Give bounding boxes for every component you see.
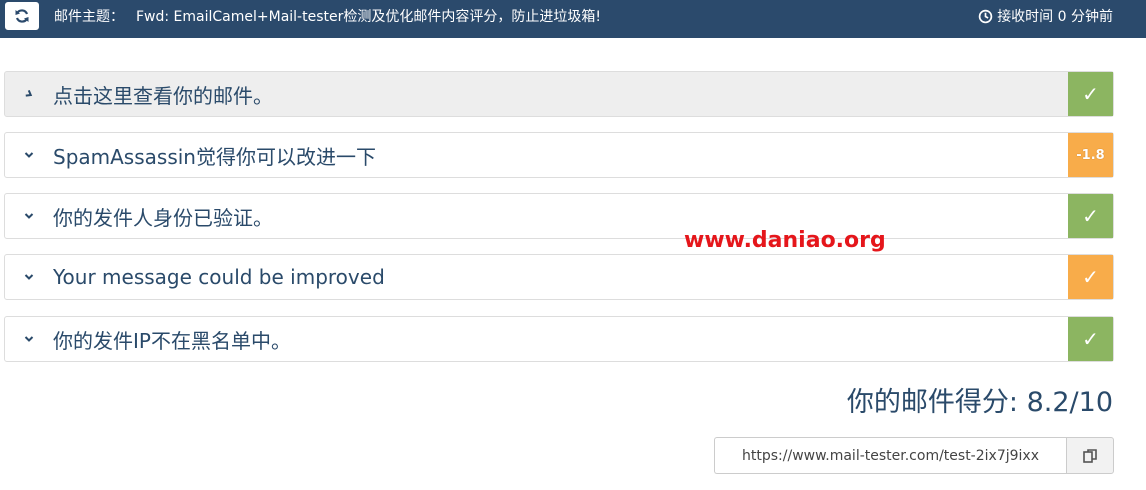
test-url-field[interactable]: https://www.mail-tester.com/test-2ix7j9i… <box>714 437 1066 474</box>
chevron-down-icon <box>5 333 53 345</box>
check-icon: ✓ <box>1082 265 1099 289</box>
refresh-button[interactable] <box>5 2 39 30</box>
refresh-icon <box>15 9 29 23</box>
panel-title: SpamAssassin觉得你可以改进一下 <box>53 144 376 169</box>
panel-title: Your message could be improved <box>53 265 385 289</box>
chevron-down-icon <box>5 149 53 161</box>
watermark: www.daniao.org <box>684 228 886 253</box>
clock-icon <box>978 9 993 23</box>
copy-icon <box>1083 448 1097 463</box>
status-badge: ✓ <box>1068 255 1113 299</box>
panel-sender-auth[interactable]: 你的发件人身份已验证。 ✓ <box>4 193 1114 239</box>
check-icon: ✓ <box>1082 82 1099 106</box>
panel-title: 你的发件IP不在黑名单中。 <box>53 328 291 353</box>
chevron-down-icon <box>5 271 53 283</box>
status-badge: ✓ <box>1068 72 1113 116</box>
received-text: 接收时间 0 分钟前 <box>997 9 1113 25</box>
panel-title: 你的发件人身份已验证。 <box>53 205 273 230</box>
chevron-down-icon <box>5 210 53 222</box>
subject-label: 邮件主题： <box>54 9 124 25</box>
panel-message-improve[interactable]: Your message could be improved ✓ <box>4 254 1114 300</box>
chevron-right-icon <box>5 88 53 100</box>
subject-text: Fwd: EmailCamel+Mail-tester检测及优化邮件内容评分，防… <box>136 9 601 25</box>
score-badge-value: -1.8 <box>1076 147 1105 163</box>
status-badge: ✓ <box>1068 317 1113 361</box>
copy-button[interactable] <box>1066 437 1114 474</box>
received-time: 接收时间 0 分钟前 <box>978 0 1113 32</box>
panel-spamassassin[interactable]: SpamAssassin觉得你可以改进一下 -1.8 <box>4 132 1114 178</box>
check-icon: ✓ <box>1082 204 1099 228</box>
email-score: 你的邮件得分: 8.2/10 <box>846 387 1113 418</box>
panel-view-email[interactable]: 点击这里查看你的邮件。 ✓ <box>4 71 1114 117</box>
score-badge: -1.8 <box>1068 133 1113 177</box>
check-icon: ✓ <box>1082 327 1099 351</box>
test-url-group: https://www.mail-tester.com/test-2ix7j9i… <box>714 437 1114 474</box>
top-bar: 邮件主题： Fwd: EmailCamel+Mail-tester检测及优化邮件… <box>0 0 1146 38</box>
panel-ip-blacklist[interactable]: 你的发件IP不在黑名单中。 ✓ <box>4 316 1114 362</box>
email-subject: 邮件主题： Fwd: EmailCamel+Mail-tester检测及优化邮件… <box>54 0 601 32</box>
panel-title: 点击这里查看你的邮件。 <box>53 83 273 108</box>
status-badge: ✓ <box>1068 194 1113 238</box>
